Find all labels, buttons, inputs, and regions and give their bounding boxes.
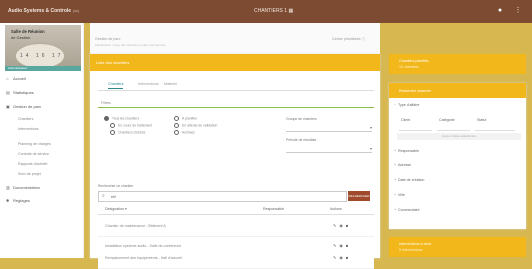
radio-icon xyxy=(174,123,179,128)
bell-icon[interactable]: ● xyxy=(496,7,504,15)
category-input[interactable] xyxy=(437,124,470,131)
app-title-sub: (cs) xyxy=(73,9,79,13)
priority-link[interactable]: Centre prioritaires ⓘ xyxy=(332,37,365,42)
sidebar-subitem[interactable]: Rapports d'activité xyxy=(18,162,47,166)
upcoming-title: Interventions à venir xyxy=(399,242,432,246)
row-actions[interactable]: ✎◉■ xyxy=(333,223,351,228)
tab-materiel[interactable]: Matériel xyxy=(164,82,177,86)
sidebar-subitem[interactable]: Planning de charges xyxy=(18,142,51,146)
sidebar-hero: Salle de Réunion de Gestion 14 16 17 Adm… xyxy=(5,25,81,71)
filters-divider xyxy=(98,107,374,108)
document-icon: ▥ xyxy=(6,185,10,190)
card-header: Liste des chantiers xyxy=(90,54,380,71)
chevron-down-icon: ▾ xyxy=(369,125,372,130)
search-icon: ⌕ xyxy=(102,193,105,199)
sidebar-subitem[interactable]: Suivi de projet xyxy=(18,172,41,176)
table-row[interactable]: Chantier de maintenance - Bâtiment A ✎◉■ xyxy=(98,216,374,237)
radio-option[interactable]: En attente de validation xyxy=(174,123,217,128)
home-icon: ⌂ xyxy=(6,76,9,81)
upcoming-summary[interactable]: Interventions à venir 5 interventions xyxy=(389,237,526,257)
group-field-label: Groupe de chantiers xyxy=(286,117,317,121)
advanced-search-panel: Recherche avancée − Type d'affaire Client… xyxy=(389,83,526,229)
filter-commentaire[interactable]: + Commentaire xyxy=(394,208,420,212)
sidebar-item-documentation[interactable]: ▥ Documentation xyxy=(6,185,40,193)
column-header-actions: Actions xyxy=(330,207,342,211)
card-title: Liste des chantiers xyxy=(96,60,130,65)
sidebar-subitem[interactable]: Contrats de service xyxy=(18,152,49,156)
radio-icon xyxy=(174,116,179,121)
hero-title: Salle de Réunion xyxy=(11,29,45,34)
chevron-down-icon: ▾ xyxy=(369,146,372,151)
client-input[interactable] xyxy=(399,124,432,131)
info-icon: ⓘ xyxy=(361,37,366,41)
planned-title: Chantiers planifiés xyxy=(399,59,429,63)
role-badge: Administrateur xyxy=(5,66,81,71)
breadcrumb-sub: Planification / Liste des chantiers et d… xyxy=(95,43,166,47)
radio-icon xyxy=(104,116,109,121)
app-window: Audio Systems & Controle (cs) CHANTIERS 1… xyxy=(0,0,532,269)
group-select[interactable]: ▾ xyxy=(286,124,372,132)
filter-date[interactable]: + Date de création xyxy=(394,178,424,182)
status-input[interactable] xyxy=(475,124,515,131)
delete-icon[interactable]: ■ xyxy=(346,223,351,228)
radio-option[interactable]: Archivés xyxy=(174,130,195,135)
planned-count: 12 chantiers xyxy=(399,65,419,69)
radio-icon xyxy=(174,130,179,135)
sidebar-subitem[interactable]: Interventions xyxy=(18,127,39,131)
criteria-bar: Aucun critère sélectionné xyxy=(397,133,521,140)
status-col-label: Statut xyxy=(477,118,487,122)
site-selector[interactable]: CHANTIERS 1 ▦ xyxy=(254,8,293,14)
top-bar: Audio Systems & Controle (cs) CHANTIERS 1… xyxy=(0,0,532,23)
table-header: Désignation ▾ Responsable Actions xyxy=(98,206,374,215)
search-input[interactable]: ⌕ ref xyxy=(98,191,347,202)
radio-option[interactable]: Chantiers clôturés xyxy=(110,130,145,135)
folder-icon: ▣ xyxy=(6,104,10,109)
right-panel: Chantiers planifiés 12 chantiers Recherc… xyxy=(389,23,526,258)
filter-ville[interactable]: + Ville xyxy=(394,193,405,197)
sidebar-item-reglages[interactable]: ✱ Réglages xyxy=(6,198,30,206)
table-row[interactable]: Remplacement des équipements - Hall d'ac… xyxy=(98,248,374,269)
upcoming-count: 5 interventions xyxy=(399,248,423,252)
app-title[interactable]: Audio Systems & Controle (cs) xyxy=(8,8,79,14)
period-field-label: Période de résultats xyxy=(286,138,317,142)
main-content: Gestion de parc Planification / Liste de… xyxy=(90,23,380,269)
hero-subtitle: de Gestion xyxy=(11,35,31,40)
filter-responsable[interactable]: + Responsable xyxy=(394,149,419,153)
breadcrumb[interactable]: Gestion de parc xyxy=(95,37,120,41)
radio-option[interactable]: À planifier xyxy=(174,116,197,121)
type-filter-label[interactable]: − Type d'affaire xyxy=(394,103,419,107)
settings-icon: ✱ xyxy=(6,198,10,203)
search-label: Rechercher un chantier xyxy=(98,184,134,188)
chantiers-card: Liste des chantiers Chantiers Interventi… xyxy=(90,54,380,258)
radio-option[interactable]: Tous les chantiers xyxy=(104,116,139,121)
filter-adresse[interactable]: + Adresse xyxy=(394,163,411,167)
radio-icon xyxy=(110,130,115,135)
sidebar-item-gestion[interactable]: ▣ Gestion de parc xyxy=(6,104,41,112)
tab-bar: Chantiers Interventions Matériel xyxy=(98,81,374,91)
category-col-label: Catégorie xyxy=(439,118,455,122)
client-col-label: Client xyxy=(401,118,411,122)
radio-icon xyxy=(110,123,115,128)
calendar-icon: ▦ xyxy=(288,8,294,14)
clock-digits: 14 16 17 xyxy=(20,53,64,59)
filters-label: Filtres xyxy=(101,101,111,105)
dots-icon[interactable]: ⋮ xyxy=(514,7,522,15)
planned-summary[interactable]: Chantiers planifiés 12 chantiers xyxy=(389,54,526,74)
sidebar: Salle de Réunion de Gestion 14 16 17 Adm… xyxy=(0,23,84,258)
tab-interventions[interactable]: Interventions xyxy=(138,82,159,86)
sidebar-item-statistiques[interactable]: ▤ Statistiques xyxy=(6,90,34,98)
sort-icon: ▾ xyxy=(124,207,127,211)
chart-icon: ▤ xyxy=(6,90,10,95)
sidebar-item-accueil[interactable]: ⌂ Accueil xyxy=(6,76,26,84)
column-header-designation[interactable]: Désignation ▾ xyxy=(105,207,127,211)
column-header-responsable[interactable]: Responsable xyxy=(263,207,284,211)
tab-chantiers[interactable]: Chantiers xyxy=(108,82,124,89)
radio-option[interactable]: En cours de traitement xyxy=(110,123,152,128)
advanced-search-title: Recherche avancée xyxy=(399,89,431,93)
sidebar-subitem[interactable]: Chantiers xyxy=(18,117,33,121)
advanced-search-header: Recherche avancée xyxy=(389,83,526,98)
search-button[interactable]: RECHERCHER xyxy=(348,191,370,201)
period-select[interactable]: ▾ xyxy=(286,145,372,153)
